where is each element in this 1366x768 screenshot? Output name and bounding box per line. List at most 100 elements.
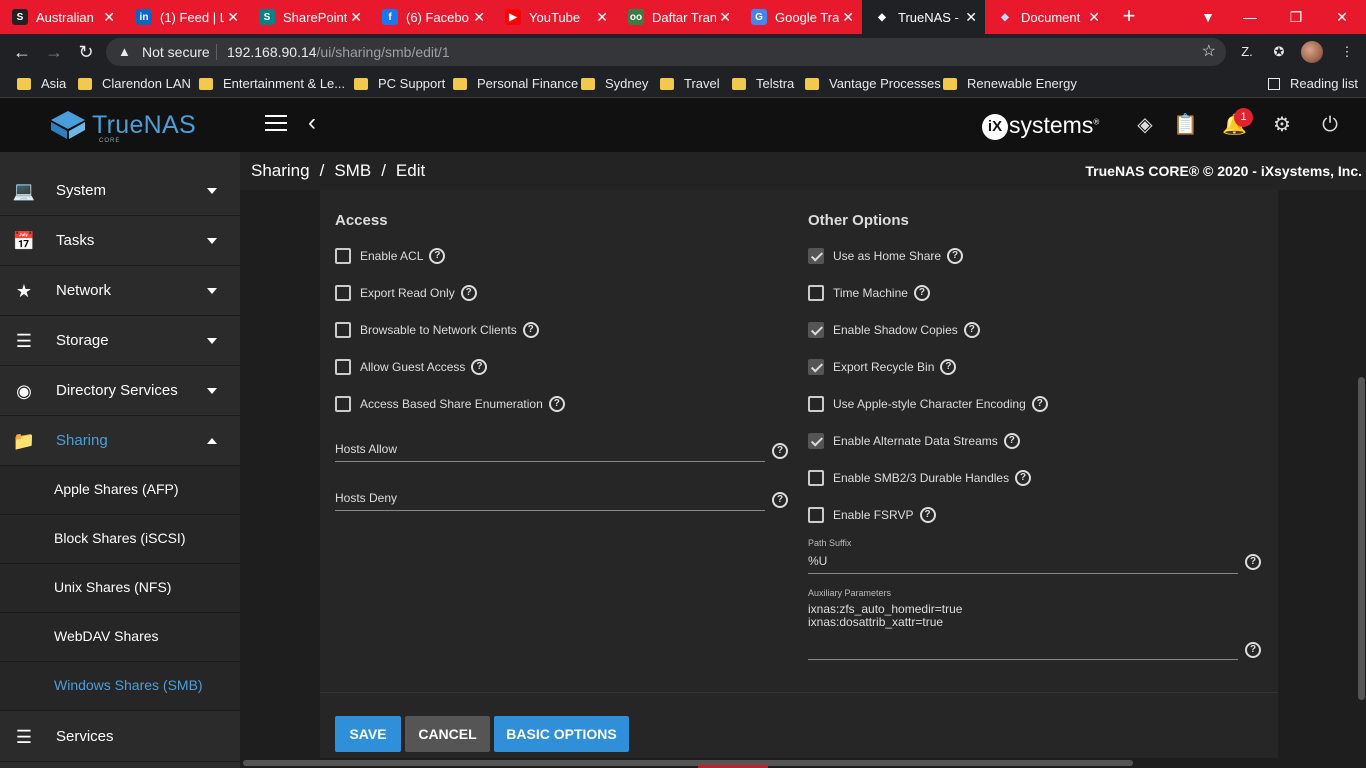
checkbox[interactable] [335, 285, 351, 301]
forward-icon[interactable]: → [42, 40, 66, 64]
minimize-icon[interactable]: — [1230, 0, 1270, 34]
path-suffix-input[interactable]: %U [808, 552, 1238, 574]
collapse-chevron-icon[interactable]: ‹ [308, 109, 316, 137]
reading-list-button[interactable]: Reading list [1268, 76, 1358, 91]
clipboard-icon[interactable]: 📋 [1173, 113, 1198, 137]
checkbox[interactable] [335, 359, 351, 375]
reload-icon[interactable]: ↻ [74, 40, 98, 64]
browser-tab[interactable]: in (1) Feed | L ✕ [124, 0, 247, 34]
help-icon[interactable]: ? [947, 248, 964, 264]
sidebar-item-network[interactable]: ★ Network [0, 266, 240, 316]
browser-tab[interactable]: ▶ YouTube ✕ [493, 0, 616, 34]
breadcrumb-sharing[interactable]: Sharing [251, 161, 310, 180]
sidebar-item-sharing[interactable]: 📁 Sharing [0, 416, 240, 466]
checkbox-checked[interactable] [808, 433, 824, 449]
option-checkbox-row[interactable]: Export Read Only? [335, 283, 477, 303]
help-icon[interactable]: ? [940, 359, 957, 375]
truenas-logo[interactable]: TrueNAS CORE [50, 110, 196, 144]
bookmark-item[interactable]: PC Support [354, 76, 445, 91]
bookmark-item[interactable]: Asia [17, 76, 66, 91]
browser-tab[interactable]: G Google Tra ✕ [739, 0, 862, 34]
checkbox-checked[interactable] [808, 359, 824, 375]
close-tab-icon[interactable]: ✕ [350, 9, 362, 26]
browser-tab[interactable]: ◆ Document ✕ [985, 0, 1108, 34]
close-tab-icon[interactable]: ✕ [473, 9, 485, 26]
close-tab-icon[interactable]: ✕ [842, 9, 854, 26]
help-icon[interactable]: ? [522, 322, 539, 338]
close-tab-icon[interactable]: ✕ [719, 9, 731, 26]
help-icon[interactable]: ? [963, 322, 980, 338]
bookmark-item[interactable]: Entertainment & Le... [199, 76, 345, 91]
sidebar-sub-iscsi[interactable]: Block Shares (iSCSI) [0, 515, 240, 564]
back-icon[interactable]: ← [10, 40, 34, 64]
sidebar-sub-smb[interactable]: Windows Shares (SMB) [0, 662, 240, 711]
bookmark-item[interactable]: Vantage Processes [805, 76, 941, 91]
option-checkbox-row[interactable]: Access Based Share Enumeration? [335, 394, 565, 414]
close-window-icon[interactable]: ✕ [1322, 0, 1362, 34]
horizontal-scroll-thumb[interactable] [243, 760, 1133, 766]
truecommand-icon[interactable]: ◈ [1133, 113, 1157, 137]
sidebar-item-directory-services[interactable]: ◉ Directory Services [0, 366, 240, 416]
browser-tab[interactable]: oo Daftar Tran ✕ [616, 0, 739, 34]
option-checkbox-row[interactable]: Time Machine? [808, 283, 930, 303]
help-icon[interactable]: ? [1003, 433, 1020, 449]
browser-tab[interactable]: ◆ TrueNAS - ✕ [862, 0, 985, 34]
new-tab-button[interactable]: + [1118, 0, 1140, 34]
breadcrumb-smb[interactable]: SMB [334, 161, 371, 180]
option-checkbox-row[interactable]: Allow Guest Access? [335, 357, 488, 377]
option-checkbox-row[interactable]: Enable SMB2/3 Durable Handles? [808, 468, 1032, 488]
gear-icon[interactable]: ⚙ [1270, 113, 1294, 137]
help-icon[interactable]: ? [548, 396, 565, 412]
hosts-deny-field[interactable]: Hosts Deny [335, 489, 765, 511]
sidebar-item-system[interactable]: 💻 System [0, 166, 240, 216]
help-icon[interactable]: ? [1245, 554, 1261, 570]
help-icon[interactable]: ? [772, 492, 788, 508]
close-tab-icon[interactable]: ✕ [1088, 9, 1100, 26]
checkbox[interactable] [808, 507, 824, 523]
bookmark-item[interactable]: Clarendon LAN [78, 76, 191, 91]
sidebar-sub-afp[interactable]: Apple Shares (AFP) [0, 466, 240, 515]
restore-icon[interactable]: ❐ [1276, 0, 1316, 34]
tab-search-icon[interactable]: ▼ [1188, 0, 1228, 34]
bookmark-item[interactable]: Personal Finance [453, 76, 578, 91]
bookmark-star-icon[interactable]: ☆ [1202, 38, 1216, 66]
browser-tab[interactable]: S Australian ✕ [0, 0, 123, 34]
browser-tab[interactable]: f (6) Facebo ✕ [370, 0, 493, 34]
close-tab-icon[interactable]: ✕ [103, 9, 115, 26]
option-checkbox-row[interactable]: Browsable to Network Clients? [335, 320, 539, 340]
checkbox[interactable] [335, 396, 351, 412]
close-tab-icon[interactable]: ✕ [965, 9, 977, 26]
help-icon[interactable]: ? [1031, 396, 1048, 412]
checkbox-checked[interactable] [808, 322, 824, 338]
help-icon[interactable]: ? [1245, 642, 1261, 658]
basic-options-button[interactable]: BASIC OPTIONS [494, 716, 629, 752]
checkbox[interactable] [335, 322, 351, 338]
checkbox[interactable] [808, 396, 824, 412]
sidebar-item-storage[interactable]: ☰ Storage [0, 316, 240, 366]
checkbox-checked[interactable] [808, 248, 824, 264]
option-checkbox-row[interactable]: Enable Shadow Copies? [808, 320, 980, 340]
aux-params-textarea[interactable]: ixnas:zfs_auto_homedir=true ixnas:dosatt… [808, 602, 1238, 660]
zotero-icon[interactable]: Z. [1237, 42, 1257, 62]
address-bar[interactable]: ▲ Not secure 192.168.90.14/ui/sharing/sm… [106, 38, 1226, 66]
close-tab-icon[interactable]: ✕ [227, 9, 239, 26]
checkbox[interactable] [335, 248, 351, 264]
browser-tab[interactable]: S SharePoint ✕ [247, 0, 370, 34]
checkbox[interactable] [808, 470, 824, 486]
hosts-allow-field[interactable]: Hosts Allow [335, 440, 765, 462]
sidebar-item-services[interactable]: ☰ Services [0, 712, 240, 762]
vertical-scroll-thumb[interactable] [1358, 377, 1365, 700]
power-icon[interactable]: ⏻ [1318, 113, 1342, 137]
help-icon[interactable]: ? [772, 443, 788, 459]
bookmark-item[interactable]: Travel [660, 76, 720, 91]
option-checkbox-row[interactable]: Use Apple-style Character Encoding? [808, 394, 1048, 414]
option-checkbox-row[interactable]: Enable ACL? [335, 246, 446, 266]
bookmark-item[interactable]: Renewable Energy [943, 76, 1077, 91]
close-tab-icon[interactable]: ✕ [596, 9, 608, 26]
help-icon[interactable]: ? [919, 507, 936, 523]
help-icon[interactable]: ? [913, 285, 930, 301]
hamburger-menu-icon[interactable] [265, 115, 287, 133]
sidebar-sub-webdav[interactable]: WebDAV Shares [0, 613, 240, 662]
bookmark-item[interactable]: Sydney [581, 76, 648, 91]
sidebar-item-tasks[interactable]: 📅 Tasks [0, 216, 240, 266]
